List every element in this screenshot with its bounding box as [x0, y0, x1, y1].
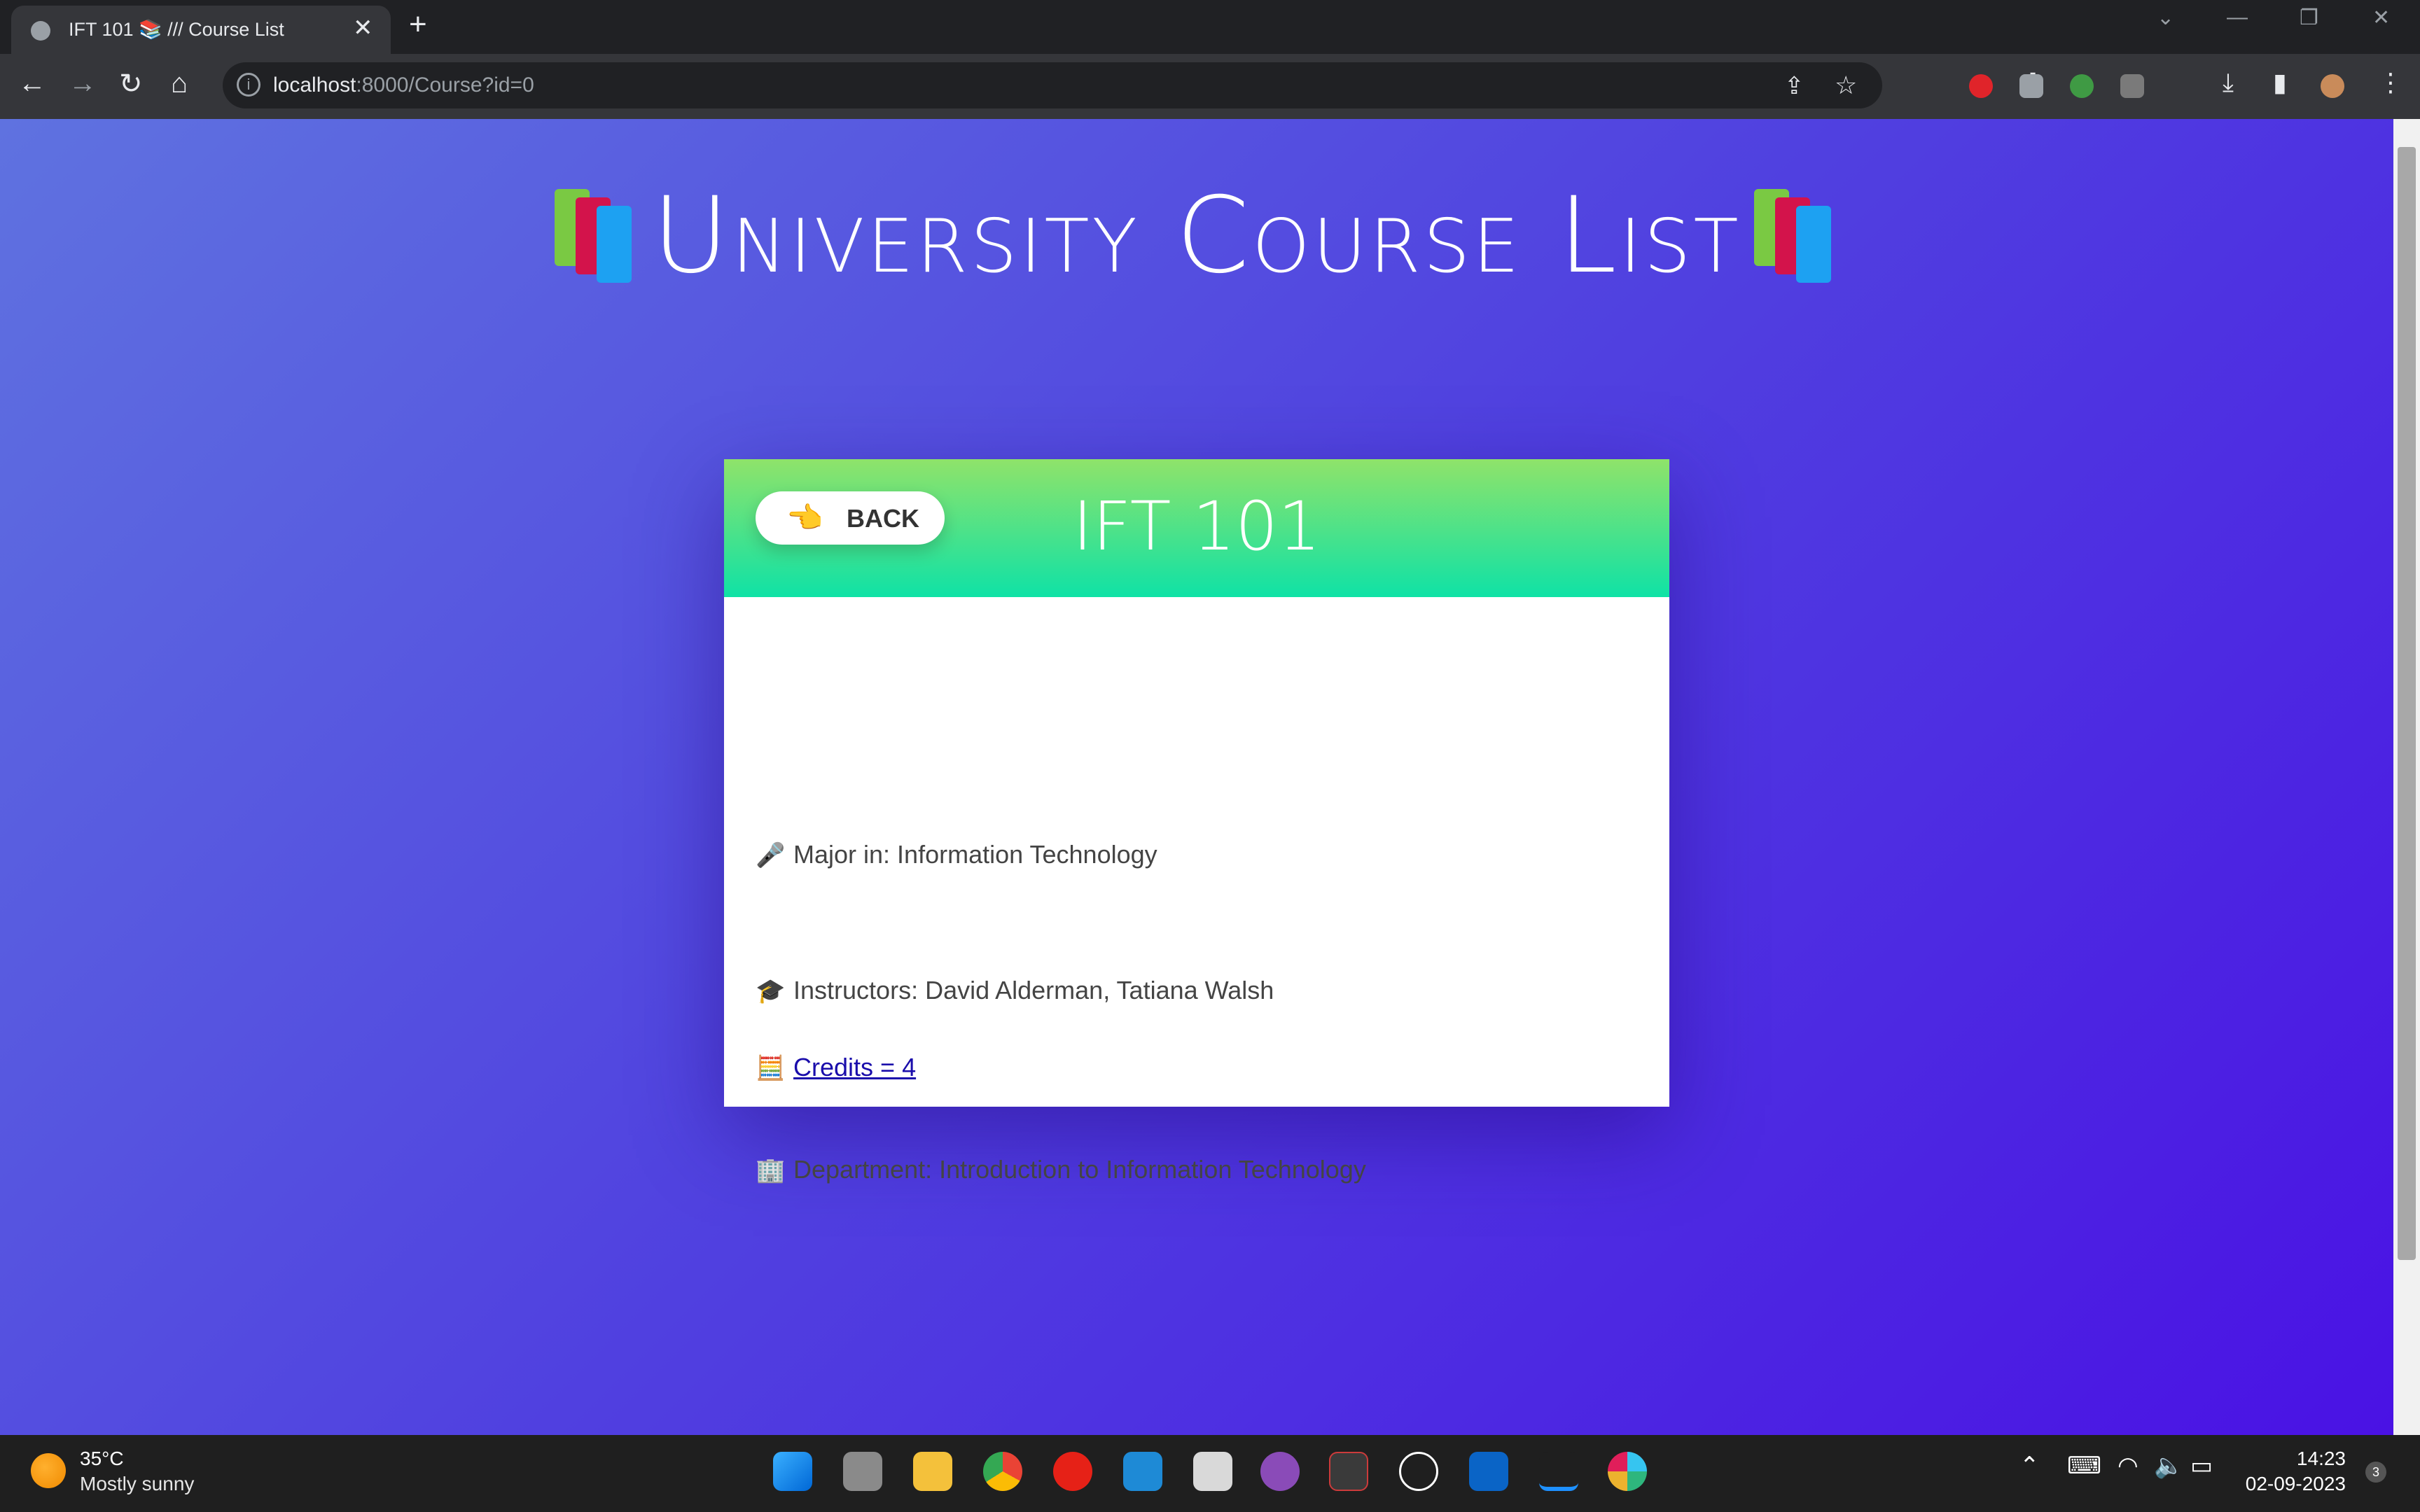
forward-arrow-icon[interactable]: → [69, 68, 97, 99]
clock-date[interactable]: 02-09-2023 [2220, 1473, 2346, 1495]
start-windows-icon[interactable] [773, 1452, 812, 1491]
snipping-tool-icon[interactable] [1329, 1452, 1368, 1491]
task-view-icon[interactable] [843, 1452, 882, 1491]
battery-icon[interactable]: ▭ [2190, 1452, 2213, 1480]
waves-icon[interactable] [1539, 1452, 1578, 1491]
browser-tab[interactable]: IFT 101 📚 /// Course List ✕ [11, 6, 391, 54]
back-arrow-icon[interactable]: ← [18, 68, 46, 99]
clock-time[interactable]: 14:23 [2241, 1448, 2346, 1470]
unity-icon[interactable] [1193, 1452, 1232, 1491]
tab-close-icon[interactable]: ✕ [353, 14, 373, 42]
instructors-text: Instructors: David Alderman, Tatiana Wal… [793, 976, 1274, 1004]
page-title: University Course List [652, 175, 1741, 297]
graduation-cap-icon: 🎓 [756, 978, 786, 1004]
extension-icon[interactable] [2070, 74, 2094, 98]
bookmark-star-icon[interactable]: ☆ [1835, 71, 1857, 100]
slack-icon[interactable] [1608, 1452, 1647, 1491]
tab-search-icon[interactable]: ⌄ [2157, 6, 2174, 30]
minimize-icon[interactable]: — [2227, 6, 2248, 29]
major-row: 🎤 Major in: Information Technology [756, 840, 1157, 869]
profile-avatar[interactable] [2321, 74, 2344, 98]
office-building-icon: 🏢 [756, 1157, 786, 1184]
course-card-header: IFT 101 👈 BACK [724, 459, 1669, 597]
keyboard-icon[interactable]: ⌨ [2067, 1452, 2101, 1480]
weather-sun-icon[interactable] [31, 1453, 66, 1488]
chevron-up-icon[interactable]: ⌃ [2019, 1452, 2040, 1480]
side-panel-icon[interactable]: ▮ [2273, 68, 2287, 97]
credits-row[interactable]: 🧮 Credits = 4 [756, 1053, 916, 1082]
download-icon[interactable]: ⤓ [2223, 68, 2234, 98]
chrome-icon[interactable] [983, 1452, 1022, 1491]
share-icon[interactable]: ⇪ [1784, 72, 1804, 100]
notification-badge[interactable]: 3 [2365, 1462, 2386, 1483]
wifi-icon[interactable]: ◠ [2118, 1452, 2139, 1480]
extension-icon[interactable] [2120, 74, 2144, 98]
weather-temperature[interactable]: 35°C [80, 1448, 124, 1470]
department-text: Department: Introduction to Information … [793, 1155, 1366, 1184]
outlook-icon[interactable] [1469, 1452, 1508, 1491]
instructors-row: 🎓 Instructors: David Alderman, Tatiana W… [756, 976, 1274, 1005]
major-text: Major in: Information Technology [793, 840, 1157, 869]
youtube-music-icon[interactable] [1053, 1452, 1092, 1491]
scrollbar-thumb[interactable] [2398, 147, 2416, 1260]
pointing-hand-icon: 👈 [786, 501, 823, 534]
new-tab-button[interactable]: + [409, 7, 427, 42]
vscode-icon[interactable] [1123, 1452, 1162, 1491]
globe-icon [31, 21, 50, 41]
restore-icon[interactable]: ❐ [2300, 6, 2318, 30]
abacus-icon: 🧮 [756, 1055, 786, 1082]
home-icon[interactable]: ⌂ [171, 68, 188, 99]
site-info-icon[interactable]: i [237, 73, 260, 97]
url-text[interactable]: localhost:8000/Course?id=0 [273, 74, 534, 97]
menu-icon[interactable]: ⋮ [2378, 68, 2403, 97]
extension-icon[interactable] [2019, 74, 2043, 98]
reload-icon[interactable]: ↻ [119, 68, 143, 100]
credits-link[interactable]: Credits = 4 [793, 1053, 916, 1082]
volume-icon[interactable]: 🔈 [2154, 1452, 2183, 1480]
tab-title: IFT 101 📚 /// Course List [69, 19, 284, 40]
back-button-label: BACK [847, 504, 919, 533]
browser-toolbar: ← → ↻ ⌂ i localhost:8000/Course?id=0 ⇪ ☆… [0, 54, 2420, 119]
file-explorer-icon[interactable] [913, 1452, 952, 1491]
department-row: 🏢 Department: Introduction to Informatio… [756, 1155, 1366, 1184]
close-window-icon[interactable]: ✕ [2372, 6, 2390, 30]
books-icon [1747, 189, 1838, 283]
back-button[interactable]: 👈 BACK [756, 491, 945, 545]
adblock-extension-icon[interactable] [1969, 74, 1993, 98]
course-card: IFT 101 👈 BACK 🎤 Major in: Information T… [724, 459, 1669, 1184]
microphone-icon: 🎤 [756, 842, 786, 869]
github-desktop-icon[interactable] [1260, 1452, 1300, 1491]
address-bar[interactable]: i localhost:8000/Course?id=0 ⇪ ☆ [223, 62, 1882, 108]
weather-description[interactable]: Mostly sunny [80, 1473, 194, 1495]
dell-icon[interactable] [1399, 1452, 1438, 1491]
